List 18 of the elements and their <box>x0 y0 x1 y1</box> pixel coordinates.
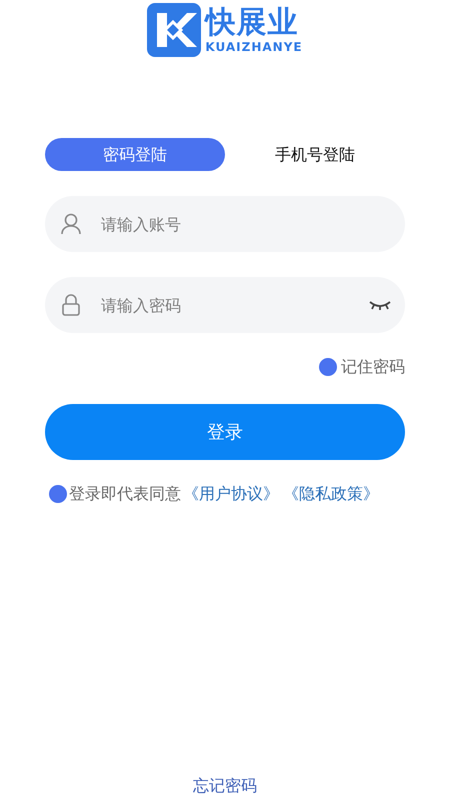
remember-radio[interactable] <box>319 358 337 376</box>
lock-icon <box>62 294 80 316</box>
logo-icon <box>147 3 202 57</box>
user-icon <box>61 213 81 235</box>
logo-subtitle: KUAIZHANYE <box>205 40 303 54</box>
eye-closed-icon[interactable] <box>369 300 391 310</box>
agreement-radio[interactable] <box>49 485 67 503</box>
agreement-text: 登录即代表同意 <box>69 483 181 505</box>
policy-link[interactable]: 《隐私政策》 <box>283 482 379 506</box>
policy-link[interactable]: 《用户协议》 <box>183 482 279 506</box>
login-tab[interactable]: 手机号登陆 <box>225 138 405 171</box>
password-field[interactable]: 请输入密码 <box>45 277 405 333</box>
account-field[interactable]: 请输入账号 <box>45 196 405 252</box>
logo-title: 快展业 <box>205 6 300 40</box>
forgot-password-link[interactable]: 忘记密码 <box>193 776 257 795</box>
login-tab[interactable]: 密码登陆 <box>45 138 225 171</box>
remember-label[interactable]: 记住密码 <box>341 355 405 379</box>
login-button[interactable]: 登录 <box>45 404 405 460</box>
